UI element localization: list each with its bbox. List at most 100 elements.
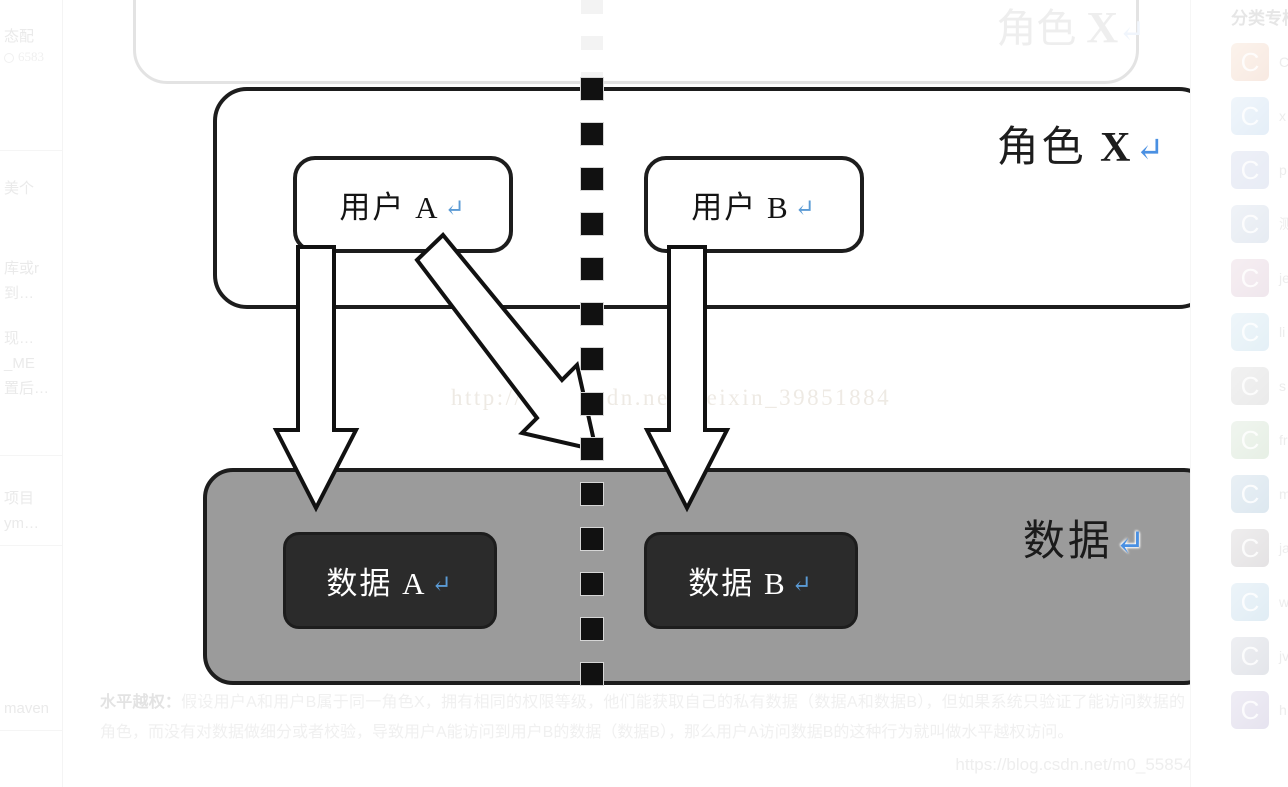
data-b-text: 数据 B [688, 566, 787, 601]
left-rail-block[interactable]: 态配 6583 [0, 18, 62, 71]
left-sidebar: 态配 6583 美个库或r 到… 现… _ME 置后… 项目 ym… maven [0, 0, 63, 787]
dash-segment [581, 528, 603, 550]
column-list-item[interactable]: li [1199, 305, 1288, 359]
column-list-item[interactable]: p [1199, 143, 1288, 197]
column-list-item[interactable]: ja [1199, 521, 1288, 575]
column-thumbnail-icon [1231, 205, 1269, 243]
user-b-box: 用户 B ↵ [644, 156, 864, 253]
dash-segment [581, 168, 603, 190]
data-a-text: 数据 A [326, 566, 427, 601]
data-a-label: 数据 A ↵ [326, 558, 453, 603]
column-label: x [1279, 108, 1286, 124]
dash-segment [581, 393, 603, 415]
dash-segment [581, 78, 603, 100]
column-list-item[interactable]: x [1199, 89, 1288, 143]
data-b-box: 数据 B ↵ [644, 532, 858, 629]
left-rail-block[interactable]: maven [0, 690, 62, 727]
data-b-label: 数据 B ↵ [688, 558, 814, 603]
user-a-label: 用户 A ↵ [339, 182, 466, 227]
column-thumbnail-icon [1231, 151, 1269, 189]
column-thumbnail-icon [1231, 97, 1269, 135]
column-label: p [1279, 162, 1287, 178]
right-sidebar-title: 分类专栏 [1231, 9, 1288, 28]
column-label: h [1279, 702, 1287, 718]
user-b-return-icon: ↵ [794, 196, 817, 222]
column-label: li [1279, 324, 1286, 340]
column-list-item[interactable]: C [1199, 35, 1288, 89]
column-label: 测 [1279, 214, 1288, 234]
data-panel-title: 数据↵ [1023, 507, 1148, 568]
article-content: 用户 A 用户 B 角色 X↵ http://blog.csdn.net/wei… [62, 0, 1191, 787]
column-thumbnail-icon [1231, 637, 1269, 675]
left-rail-text: maven [4, 700, 50, 717]
dash-segment [581, 573, 603, 595]
column-thumbnail-icon [1231, 259, 1269, 297]
role-title-text: 角色 [996, 125, 1087, 171]
left-rail-text: ym… [4, 515, 39, 532]
dash-segment [581, 213, 603, 235]
dash-segment [581, 303, 603, 325]
vertical-dashed-divider [581, 78, 603, 688]
user-b-text: 用户 B [691, 190, 790, 225]
left-rail-block[interactable]: 现… _ME 置后… [0, 320, 62, 407]
left-rail-block[interactable]: 美个 [0, 170, 62, 207]
column-label: je [1279, 270, 1288, 286]
ghost-role-title: 角色 X↵ [996, 0, 1145, 54]
caption-lead: 水平越权： [100, 694, 182, 711]
corner-watermark: https://blog.csdn.net/m0_55854679 [955, 755, 1191, 774]
left-rail-text: 美个 [4, 180, 35, 197]
data-panel: 数据 A ↵ 数据 B ↵ 数据↵ [203, 468, 1191, 685]
left-rail-block[interactable]: 项目 ym… [0, 480, 62, 542]
role-return-icon: ↵ [1135, 132, 1167, 169]
dash-segment [581, 618, 603, 640]
column-list-item[interactable]: je [1199, 251, 1288, 305]
dash-segment [581, 258, 603, 280]
column-label: s [1279, 378, 1286, 394]
column-list-item[interactable]: jv [1199, 629, 1288, 683]
column-thumbnail-icon [1231, 475, 1269, 513]
column-list-item[interactable]: m [1199, 467, 1288, 521]
column-list-item[interactable]: w [1199, 575, 1288, 629]
left-rail-text: 到… [4, 285, 35, 302]
dash-segment [581, 483, 603, 505]
left-rail-block[interactable]: 库或r 到… [0, 250, 62, 312]
column-label: ja [1279, 540, 1288, 556]
left-rail-divider [0, 545, 62, 546]
dash-segment [581, 123, 603, 145]
ghost-role-title-text: 角色 [996, 6, 1077, 51]
user-a-box: 用户 A ↵ [293, 156, 513, 253]
column-thumbnail-icon [1231, 43, 1269, 81]
left-rail-text: 置后… [4, 380, 50, 397]
data-a-box: 数据 A ↵ [283, 532, 497, 629]
role-panel-title: 角色 X↵ [997, 113, 1167, 174]
left-rail-divider [0, 455, 62, 456]
left-rail-text: 库或r [4, 260, 39, 277]
left-rail-meta: 6583 [4, 49, 58, 65]
column-list-item[interactable]: h [1199, 683, 1288, 737]
left-rail-divider [0, 150, 62, 151]
column-label: jv [1279, 648, 1288, 664]
ghost-dashed-divider [581, 0, 603, 86]
column-list-item[interactable]: s [1199, 359, 1288, 413]
ghost-role-panel: 用户 A 用户 B [133, 0, 1139, 84]
ghost-return-icon: ↵ [1118, 13, 1145, 49]
column-list-item[interactable]: 测 [1199, 197, 1288, 251]
ghost-role-title-x: X [1086, 3, 1119, 52]
column-list: Cx p 测 je li s fr m ja w jv h [1199, 35, 1288, 737]
eye-icon [4, 53, 14, 64]
column-thumbnail-icon [1231, 691, 1269, 729]
user-b-label: 用户 B ↵ [691, 182, 817, 227]
left-rail-text: 态配 [4, 28, 35, 45]
data-title-text: 数据 [1022, 519, 1113, 565]
ghost-diagram-band: 用户 A 用户 B 角色 X↵ [62, 0, 1191, 86]
column-list-item[interactable]: fr [1199, 413, 1288, 467]
center-watermark: http://blog.csdn.net/weixin_39851884 [451, 385, 892, 410]
column-label: C [1279, 54, 1288, 70]
role-title-x: X [1100, 125, 1134, 171]
left-rail-text: 现… [4, 330, 35, 347]
column-thumbnail-icon [1231, 421, 1269, 459]
left-rail-text: _ME [4, 355, 35, 372]
column-thumbnail-icon [1231, 529, 1269, 567]
figure-caption: 水平越权：假设用户A和用户B属于同一角色X，拥有相同的权限等级，他们能获取自己的… [100, 688, 1185, 748]
dash-segment [581, 438, 603, 460]
